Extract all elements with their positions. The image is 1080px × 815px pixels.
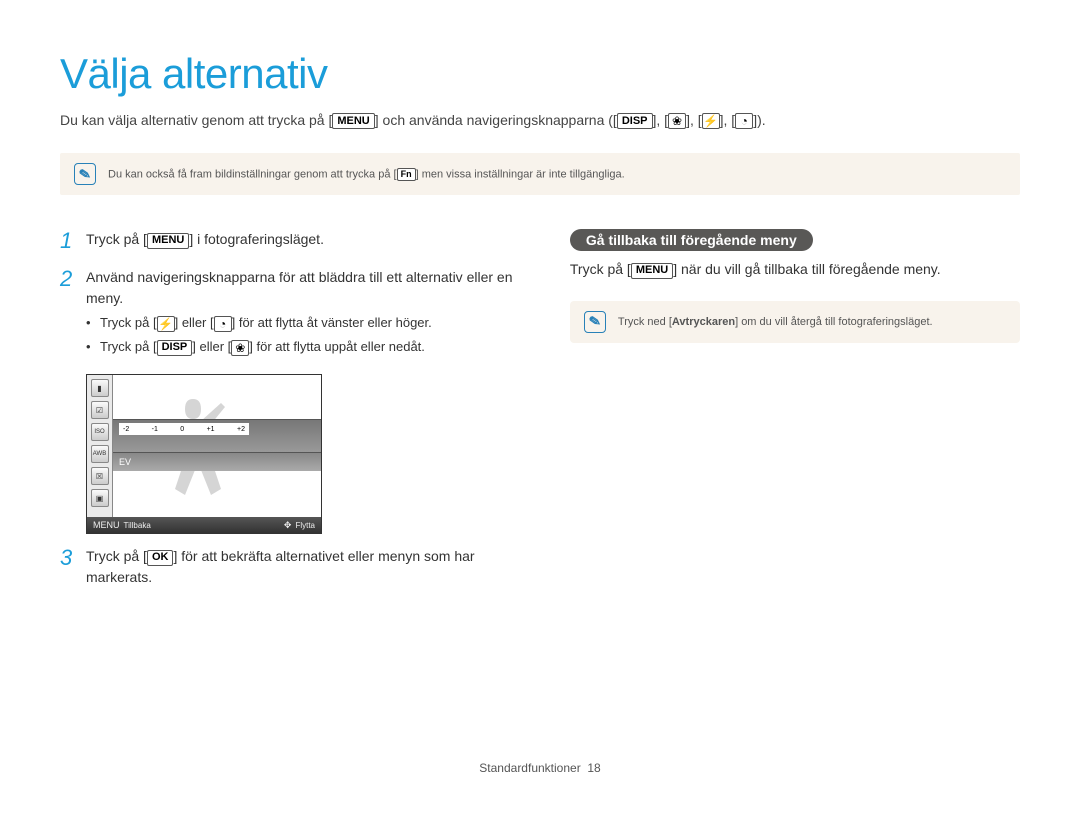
camera-preview: ▮ ☑ ISO AWB ☒ ▣ -2 -1 0 <box>86 374 322 534</box>
preview-sidebar: ▮ ☑ ISO AWB ☒ ▣ <box>87 375 113 517</box>
preview-footer-move: Flytta <box>295 521 315 530</box>
step-1-num: 1 <box>60 229 76 253</box>
footer-section: Standardfunktioner <box>479 761 580 775</box>
step-2-num: 2 <box>60 267 76 360</box>
note-right-bold: Avtryckaren <box>672 316 735 328</box>
note-top-pre: Du kan också få fram bildinställningar g… <box>108 168 397 180</box>
page-footer: Standardfunktioner 18 <box>0 761 1080 775</box>
preview-footer: MENU Tillbaka ✥ Flytta <box>87 517 321 533</box>
step-2-bullet-1: Tryck på [⚡] eller [◔] för att flytta åt… <box>86 313 520 333</box>
step-1: 1 Tryck på [MENU] i fotograferingsläget. <box>60 229 520 253</box>
menu-button-badge-s1: MENU <box>147 233 189 249</box>
ok-button-badge: OK <box>147 550 174 566</box>
preview-ev-label: EV <box>113 453 321 471</box>
intro-mid: ] och använda navigeringsknapparna ([ <box>375 112 617 128</box>
note-top-post: ] men vissa inställningar är inte tillgä… <box>416 168 625 180</box>
note-right-post: ] om du vill återgå till fotograferingsl… <box>735 316 933 328</box>
macro-icon: ❀ <box>668 113 686 129</box>
macro-icon-s2: ❀ <box>231 340 249 356</box>
pencil-icon: ✎ <box>78 165 93 184</box>
note-right-text: Tryck ned [Avtryckaren] om du vill återg… <box>618 316 933 328</box>
ev-tick: +1 <box>207 426 215 433</box>
step-3-body: Tryck på [OK] för att bekräfta alternati… <box>86 546 520 588</box>
intro-suffix: ]). <box>753 112 765 128</box>
step-1-pre: Tryck på [ <box>86 231 147 247</box>
step-3-num: 3 <box>60 546 76 588</box>
flash-icon-s2: ⚡ <box>157 316 175 332</box>
step-1-post: ] i fotograferingsläget. <box>189 231 324 247</box>
menu-button-badge-right: MENU <box>631 263 673 279</box>
preview-ev-bar: -2 -1 0 +1 +2 <box>113 419 321 453</box>
preview-side-item: ☑ <box>91 401 109 419</box>
preview-side-item: ▮ <box>91 379 109 397</box>
timer-icon-s2: ◔ <box>214 316 232 332</box>
step-3-pre: Tryck på [ <box>86 548 147 564</box>
step-1-body: Tryck på [MENU] i fotograferingsläget. <box>86 229 324 253</box>
preview-main: -2 -1 0 +1 +2 EV <box>113 375 321 517</box>
footer-page: 18 <box>587 761 600 775</box>
s2-b2-pre: Tryck på [ <box>100 339 157 354</box>
s2-b2-mid: ] eller [ <box>192 339 231 354</box>
step-2: 2 Använd navigeringsknapparna för att bl… <box>60 267 520 360</box>
preview-side-item: ▣ <box>91 489 109 507</box>
intro-prefix: Du kan välja alternativ genom att trycka… <box>60 112 332 128</box>
intro-text: Du kan välja alternativ genom att trycka… <box>60 112 1020 129</box>
menu-button-badge: MENU <box>332 113 374 129</box>
left-column: 1 Tryck på [MENU] i fotograferingsläget.… <box>60 229 520 602</box>
step-3: 3 Tryck på [OK] för att bekräfta alterna… <box>60 546 520 588</box>
ev-tick: 0 <box>180 426 184 433</box>
flash-icon: ⚡ <box>702 113 720 129</box>
step-2-bullet-2: Tryck på [DISP] eller [❀] för att flytta… <box>86 337 520 357</box>
disp-button-badge-s2: DISP <box>157 340 193 356</box>
note-right: ✎ Tryck ned [Avtryckaren] om du vill åte… <box>570 301 1020 343</box>
section-pill: Gå tillbaka till föregående meny <box>570 229 813 251</box>
preview-side-item-iso: ISO <box>91 423 109 441</box>
fn-button-badge: Fn <box>397 168 416 181</box>
preview-side-item-awb: AWB <box>91 445 109 463</box>
intro-sep2: ], [ <box>686 112 702 128</box>
note-right-pre: Tryck ned [ <box>618 316 672 328</box>
timer-icon: ◔ <box>735 113 753 129</box>
s2-b1-post: ] för att flytta åt vänster eller höger. <box>232 315 432 330</box>
disp-button-badge: DISP <box>617 113 653 129</box>
s2-b2-post: ] för att flytta uppåt eller nedåt. <box>249 339 425 354</box>
right-text-post: ] när du vill gå tillbaka till föregåend… <box>673 261 940 277</box>
preview-footer-back: Tillbaka <box>124 521 151 530</box>
note-top-text: Du kan också få fram bildinställningar g… <box>108 168 625 181</box>
step-2-main: Använd navigeringsknapparna för att bläd… <box>86 269 512 306</box>
preview-side-item: ☒ <box>91 467 109 485</box>
note-icon: ✎ <box>74 163 96 185</box>
preview-ev-scale: -2 -1 0 +1 +2 <box>119 423 249 435</box>
right-column: Gå tillbaka till föregående meny Tryck p… <box>570 229 1020 602</box>
pencil-icon: ✎ <box>588 312 603 331</box>
ev-tick: -2 <box>123 426 129 433</box>
right-text: Tryck på [MENU] när du vill gå tillbaka … <box>570 261 1020 278</box>
s2-b1-pre: Tryck på [ <box>100 315 157 330</box>
step-2-body: Använd navigeringsknapparna för att bläd… <box>86 267 520 360</box>
ev-tick: -1 <box>152 426 158 433</box>
move-icon: ✥ <box>284 520 292 531</box>
right-text-pre: Tryck på [ <box>570 261 631 277</box>
s2-b1-mid: ] eller [ <box>175 315 214 330</box>
ev-tick: +2 <box>237 426 245 433</box>
intro-sep: ], [ <box>653 112 669 128</box>
note-top: ✎ Du kan också få fram bildinställningar… <box>60 153 1020 195</box>
note-icon-right: ✎ <box>584 311 606 333</box>
intro-sep3: ], [ <box>720 112 736 128</box>
page-title: Välja alternativ <box>60 50 1020 98</box>
preview-footer-menu-badge: MENU <box>93 520 120 530</box>
